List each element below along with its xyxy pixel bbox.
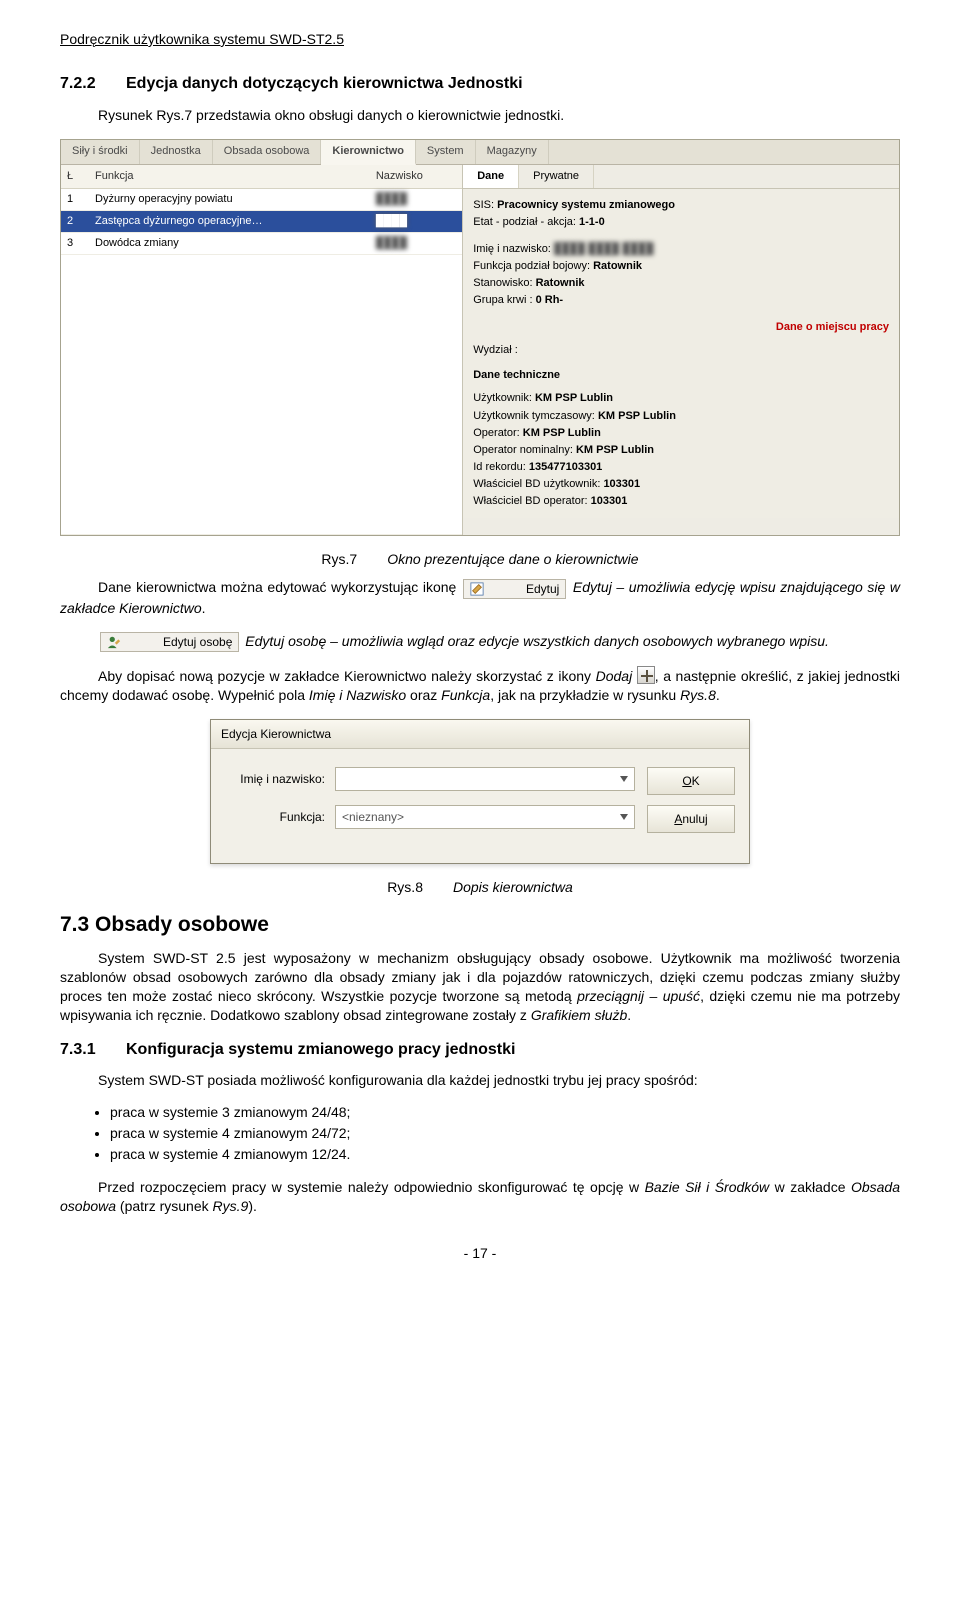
dialog-title: Edycja Kierownictwa xyxy=(211,720,749,749)
list-item: praca w systemie 4 zmianowym 12/24. xyxy=(110,1145,900,1164)
table-row[interactable]: 2 Zastępca dyżurnego operacyjne… ████ xyxy=(61,210,462,232)
figure-7-caption: Rys.7Okno prezentujące dane o kierownict… xyxy=(60,550,900,569)
chevron-down-icon xyxy=(620,776,628,782)
page-number: - 17 - xyxy=(60,1244,900,1263)
sec-title: Edycja danych dotyczących kierownictwa J… xyxy=(126,75,523,92)
table-row[interactable]: 3 Dowódca zmiany ████ xyxy=(61,232,462,254)
sec-num: 7.2.2 xyxy=(60,73,126,95)
kierownictwo-list: Ł Funkcja Nazwisko 1 Dyżurny operacyjny … xyxy=(61,165,463,534)
funkcja-field[interactable]: <nieznany> xyxy=(335,805,635,829)
imie-nazwisko-field[interactable] xyxy=(335,767,635,791)
table-row[interactable]: 1 Dyżurny operacyjny powiatu ████ xyxy=(61,189,462,211)
intro-7-2-2: Rysunek Rys.7 przedstawia okno obsługi d… xyxy=(60,106,900,125)
tab-magazyny[interactable]: Magazyny xyxy=(476,140,549,164)
para-post-bullets: Przed rozpoczęciem pracy w systemie nale… xyxy=(60,1178,900,1216)
list-item: praca w systemie 3 zmianowym 24/48; xyxy=(110,1103,900,1122)
col-funkcja[interactable]: Funkcja xyxy=(89,165,370,188)
edycja-kierownictwa-dialog: Edycja Kierownictwa Imię i nazwisko: Fun… xyxy=(210,719,750,864)
sec-7-3-heading: 7.3 Obsady osobowe xyxy=(60,911,900,939)
para-dodaj: Aby dopisać nową pozycje w zakładce Kier… xyxy=(60,666,900,705)
edit-icon xyxy=(470,582,484,596)
label-funkcja: Funkcja: xyxy=(225,809,335,825)
edytuj-button[interactable]: Edytuj xyxy=(463,579,566,599)
person-edit-icon xyxy=(107,635,121,649)
cancel-button[interactable]: Anuluj xyxy=(647,805,735,833)
section-header-techniczne: Dane techniczne xyxy=(473,369,560,381)
sec-7-3-1-heading: 7.3.1Konfiguracja systemu zmianowego pra… xyxy=(60,1039,900,1061)
page-header: Podręcznik użytkownika systemu SWD-ST2.5 xyxy=(60,30,900,49)
detail-pane: SIS: Pracownicy systemu zmianowego Etat … xyxy=(463,189,899,518)
para-7-3: System SWD-ST 2.5 jest wyposażony w mech… xyxy=(60,949,900,1025)
tab-system[interactable]: System xyxy=(416,140,476,164)
para-7-3-1: System SWD-ST posiada możliwość konfigur… xyxy=(60,1071,900,1090)
shift-mode-list: praca w systemie 3 zmianowym 24/48; prac… xyxy=(110,1103,900,1164)
para-edytuj: Dane kierownictwa można edytować wykorzy… xyxy=(60,578,900,617)
label-imie-nazwisko: Imię i nazwisko: xyxy=(225,771,335,787)
add-icon[interactable] xyxy=(637,666,655,684)
section-header-miejsce-pracy: Dane o miejscu pracy xyxy=(473,319,889,336)
tab-jednostka[interactable]: Jednostka xyxy=(140,140,213,164)
sec-7-2-2-heading: 7.2.2Edycja danych dotyczących kierownic… xyxy=(60,73,900,95)
list-item: praca w systemie 4 zmianowym 24/72; xyxy=(110,1124,900,1143)
chevron-down-icon xyxy=(620,814,628,820)
subtab-dane[interactable]: Dane xyxy=(463,165,519,188)
ok-button[interactable]: OK xyxy=(647,767,735,795)
col-l[interactable]: Ł xyxy=(61,165,89,188)
main-tabstrip: Siły i środki Jednostka Obsada osobowa K… xyxy=(61,140,899,165)
tab-sily[interactable]: Siły i środki xyxy=(61,140,140,164)
kierownictwo-window: Siły i środki Jednostka Obsada osobowa K… xyxy=(60,139,900,535)
col-nazwisko[interactable]: Nazwisko xyxy=(370,165,462,188)
subtab-prywatne[interactable]: Prywatne xyxy=(519,165,594,188)
para-edytuj-osobe: Edytuj osobę Edytuj osobę – umożliwia wg… xyxy=(60,632,900,652)
tab-obsada[interactable]: Obsada osobowa xyxy=(213,140,322,164)
detail-tabstrip: Dane Prywatne xyxy=(463,165,899,189)
edytuj-osobe-button[interactable]: Edytuj osobę xyxy=(100,632,239,652)
tab-kierownictwo[interactable]: Kierownictwo xyxy=(321,140,416,165)
figure-8-caption: Rys.8Dopis kierownictwa xyxy=(60,878,900,897)
